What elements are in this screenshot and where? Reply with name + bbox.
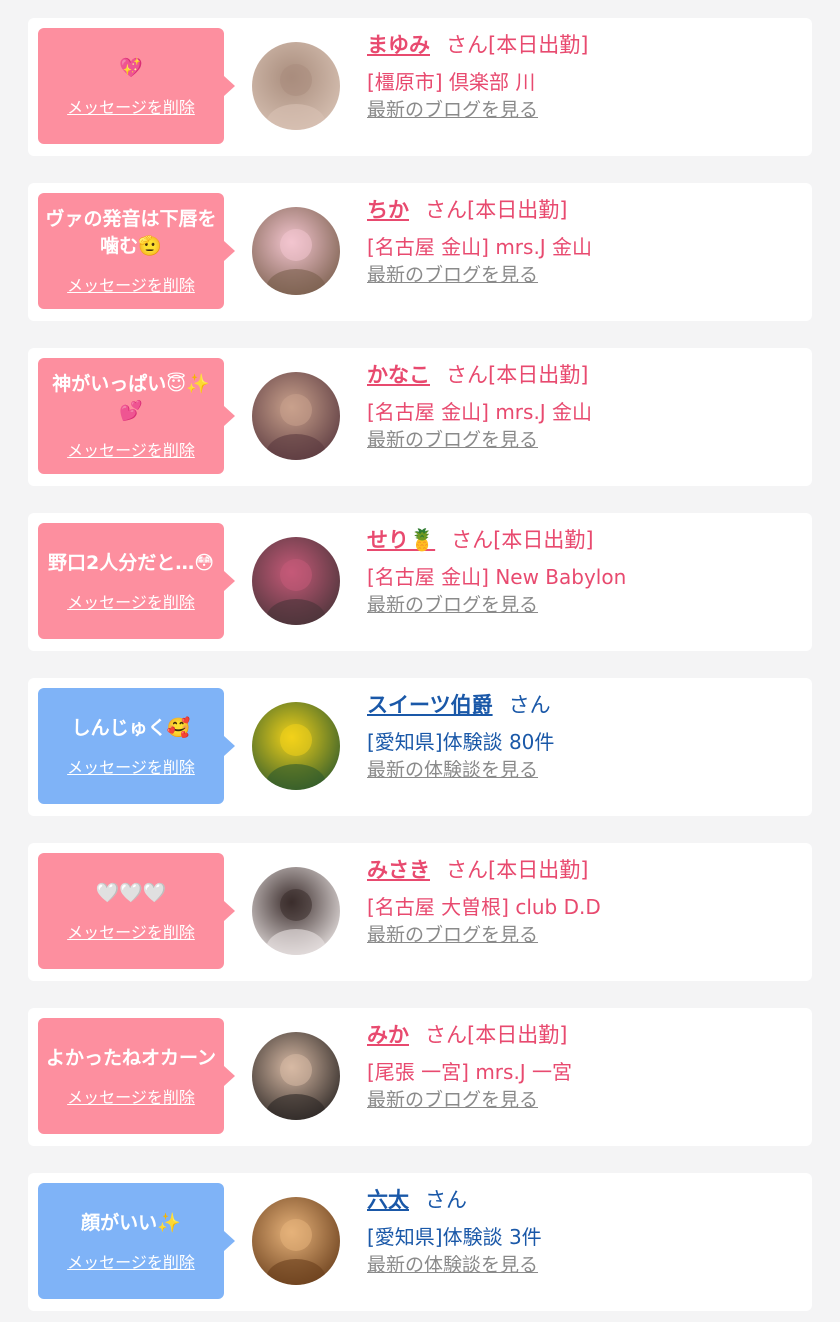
delete-message-link[interactable]: メッセージを削除 [67,1084,195,1108]
avatar[interactable] [252,537,340,625]
avatar-image [252,1032,340,1120]
message-bubble: よかったねオカーン メッセージを削除 [38,1018,235,1134]
profile-name-link[interactable]: みさき [367,858,430,882]
avatar[interactable] [252,867,340,955]
message-text: 🤍🤍🤍 [95,881,167,904]
avatar[interactable] [252,207,340,295]
delete-message-link[interactable]: メッセージを削除 [67,437,195,461]
message-text: 顔がいい✨ [81,1211,181,1234]
profile-name-link[interactable]: ちか [367,198,409,222]
latest-post-link[interactable]: 最新のブログを見る [367,594,538,616]
list-item: ヴァの発音は下唇を噛む🫡 メッセージを削除 ちか さん[本日出勤] [名古屋 金… [28,183,812,321]
avatar[interactable] [252,372,340,460]
delete-message-link[interactable]: メッセージを削除 [67,94,195,118]
avatar[interactable] [252,1197,340,1285]
list-item: 🤍🤍🤍 メッセージを削除 みさき さん[本日出勤] [名古屋 大曽根] club… [28,843,812,981]
name-suffix: さん [425,1188,467,1212]
avatar-image [252,1197,340,1285]
list-item: 💖 メッセージを削除 まゆみ さん[本日出勤] [橿原市] 倶楽部 川 最新のブ… [28,18,812,156]
delete-message-link[interactable]: メッセージを削除 [67,589,195,613]
avatar[interactable] [252,1032,340,1120]
shop-info: [愛知県]体験談 3件 [367,1225,542,1249]
message-bubble: ヴァの発音は下唇を噛む🫡 メッセージを削除 [38,193,235,309]
name-suffix: さん[本日出勤] [451,528,594,552]
shop-info: [名古屋 金山] New Babylon [367,565,627,589]
shop-info: [尾張 一宮] mrs.J 一宮 [367,1060,573,1084]
avatar-image [252,372,340,460]
name-suffix: さん [508,693,551,717]
message-text: ヴァの発音は下唇を噛む🫡 [45,208,217,257]
latest-post-link[interactable]: 最新の体験談を見る [367,1254,538,1276]
name-suffix: さん[本日出勤] [446,363,589,387]
latest-post-link[interactable]: 最新のブログを見る [367,924,538,946]
list-item: よかったねオカーン メッセージを削除 みかさん[本日出勤] [尾張 一宮] m [28,1008,812,1146]
profile-name-link[interactable]: 六太 [367,1188,409,1212]
shop-info: [橿原市] 倶楽部 川 [367,70,536,94]
list-item: 野口2人分だと…😳 メッセージを削除 せり🍍 さん[本日出勤] [名古屋 金山]… [28,513,812,651]
profile-info: ちか さん[本日出勤] [名古屋 金山] mrs.J 金山 最新のブログを見る [367,195,797,289]
latest-post-link[interactable]: 最新のブログを見る [367,1089,538,1111]
message-bubble: 顔がいい✨ メッセージを削除 [38,1183,235,1299]
message-bubble: 野口2人分だと…😳 メッセージを削除 [38,523,235,639]
profile-info: かなこ さん[本日出勤] [名古屋 金山] mrs.J 金山 最新のブログを見る [367,360,797,454]
latest-post-link[interactable]: 最新のブログを見る [367,99,538,121]
list-item: しんじゅく🥰 メッセージを削除 スイーツ伯爵 さん [愛知県]体験談 80件 最… [28,678,812,816]
profile-info: 六太 さん [愛知県]体験談 3件 最新の体験談を見る [367,1185,797,1279]
message-bubble: 🤍🤍🤍 メッセージを削除 [38,853,235,969]
profile-name-link[interactable]: みか [367,1023,409,1047]
name-suffix: さん[本日出勤] [425,1023,568,1047]
profile-info: みさき さん[本日出勤] [名古屋 大曽根] club D.D 最新のブログを見る [367,855,797,949]
latest-post-link[interactable]: 最新のブログを見る [367,264,538,286]
name-suffix: さん[本日出勤] [446,33,589,57]
delete-message-link[interactable]: メッセージを削除 [67,272,195,296]
avatar-image [252,207,340,295]
message-text: よかったねオカーン [45,1046,217,1069]
delete-message-link[interactable]: メッセージを削除 [67,1249,195,1273]
shop-info: [愛知県]体験談 80件 [367,730,555,754]
shop-info: [名古屋 金山] mrs.J 金山 [367,235,593,259]
message-text: しんじゅく🥰 [71,716,191,739]
profile-name-link[interactable]: かなこ [367,363,430,387]
latest-post-link[interactable]: 最新の体験談を見る [367,759,538,781]
profile-name-link[interactable]: スイーツ伯爵 [367,693,493,717]
message-text: 野口2人分だと…😳 [47,551,215,574]
message-bubble: しんじゅく🥰 メッセージを削除 [38,688,235,804]
profile-info: みか さん[本日出勤] [尾張 一宮] mrs.J 一宮 最新のブログを見る [367,1020,797,1114]
name-suffix: さん[本日出勤] [425,198,568,222]
profile-info: せり🍍 さん[本日出勤] [名古屋 金山] New Babylon 最新のブログを… [367,525,797,619]
profile-name-link[interactable]: せり🍍 [367,528,435,552]
message-bubble: 神がいっぱい😇✨💕 メッセージを削除 [38,358,235,474]
message-bubble: 💖 メッセージを削除 [38,28,235,144]
avatar-image [252,42,340,130]
favorites-list: 💖 メッセージを削除 まゆみ さん[本日出勤] [橿原市] 倶楽部 川 最新のブ… [0,0,840,1322]
avatar-image [252,702,340,790]
list-item: 神がいっぱい😇✨💕 メッセージを削除 かなこ さん[本日出勤] [名古屋 金山]… [28,348,812,486]
delete-message-link[interactable]: メッセージを削除 [67,754,195,778]
list-item: 顔がいい✨ メッセージを削除 六太 さん [愛知県]体験談 3件 最新の体験談を… [28,1173,812,1311]
shop-info: [名古屋 金山] mrs.J 金山 [367,400,593,424]
latest-post-link[interactable]: 最新のブログを見る [367,429,538,451]
avatar[interactable] [252,702,340,790]
profile-info: まゆみ さん[本日出勤] [橿原市] 倶楽部 川 最新のブログを見る [367,30,797,124]
message-text: 💖 [119,56,143,79]
shop-info: [名古屋 大曽根] club D.D [367,895,601,919]
profile-info: スイーツ伯爵 さん [愛知県]体験談 80件 最新の体験談を見る [367,690,797,784]
name-suffix: さん[本日出勤] [446,858,589,882]
message-text: 神がいっぱい😇✨💕 [52,373,210,422]
avatar-image [252,537,340,625]
avatar-image [252,867,340,955]
avatar[interactable] [252,42,340,130]
profile-name-link[interactable]: まゆみ [367,33,430,57]
delete-message-link[interactable]: メッセージを削除 [67,919,195,943]
